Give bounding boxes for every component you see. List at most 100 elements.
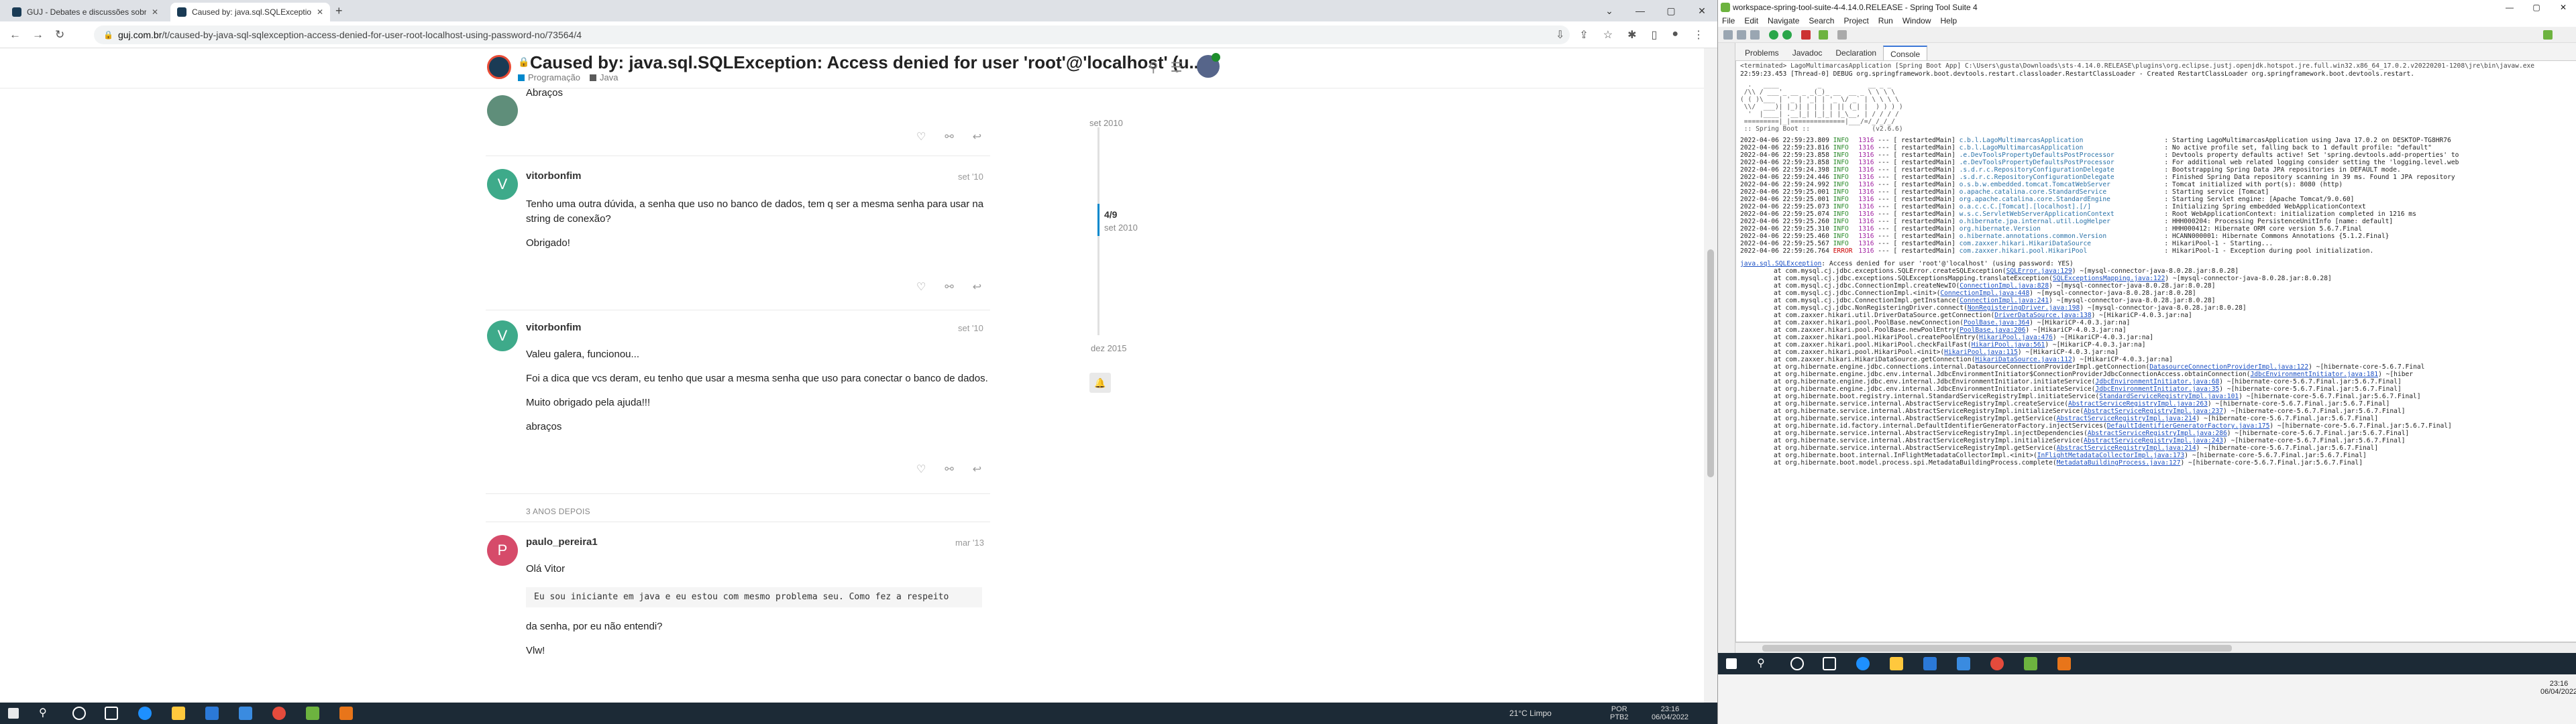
source-link[interactable]: PoolBase.java:206 xyxy=(1960,326,2025,334)
menu-window[interactable]: Window xyxy=(1902,15,1931,27)
link-icon[interactable]: ⚯ xyxy=(945,280,953,294)
bookmark-star-icon[interactable]: ☆ xyxy=(1603,28,1613,42)
chrome-icon[interactable] xyxy=(272,707,286,720)
save-icon[interactable] xyxy=(1737,30,1746,40)
source-link[interactable]: SQLExceptionsMapping.java:122 xyxy=(2053,275,2165,282)
windows-start-icon[interactable] xyxy=(8,708,19,719)
post-date[interactable]: set '10 xyxy=(958,323,983,333)
source-link[interactable]: JdbcEnvironmentInitiator.java:181 xyxy=(2250,371,2378,378)
source-link[interactable]: HikariPool.java:561 xyxy=(1972,341,2045,349)
like-icon[interactable]: ♡ xyxy=(916,463,926,476)
link-icon[interactable]: ⚯ xyxy=(945,130,953,143)
edge-icon[interactable] xyxy=(138,707,152,720)
source-link[interactable]: DatasourceConnectionProviderImpl.java:12… xyxy=(2149,363,2308,371)
username[interactable]: vitorbonfim xyxy=(526,322,582,333)
hamburger-menu-icon[interactable]: ☰ xyxy=(1171,59,1183,76)
tab-search-icon[interactable]: ⌄ xyxy=(1594,0,1625,21)
close-window-button[interactable]: ✕ xyxy=(1686,0,1717,21)
source-link[interactable]: DefaultIdentifierGeneratorFactory.java:1… xyxy=(2107,422,2270,430)
exception-class-link[interactable]: java.sql.SQLException xyxy=(1740,260,1821,267)
post-date[interactable]: set '10 xyxy=(958,172,983,182)
link-icon[interactable]: ⚯ xyxy=(945,463,953,476)
timeline-top-date[interactable]: set 2010 xyxy=(1089,118,1123,128)
post-date[interactable]: mar '13 xyxy=(955,538,984,548)
mail-icon[interactable] xyxy=(1957,657,1970,670)
minimize-button[interactable]: — xyxy=(1625,0,1656,21)
source-link[interactable]: StandardServiceRegistryImpl.java:101 xyxy=(2099,393,2239,400)
language-indicator[interactable]: POR PTB2 xyxy=(1610,705,1629,721)
file-explorer-icon[interactable] xyxy=(1890,657,1903,670)
source-link[interactable]: InFlightMetadataCollectorImpl.java:173 xyxy=(2037,452,2185,459)
avatar[interactable]: P xyxy=(487,535,518,566)
app-icon[interactable] xyxy=(2057,657,2071,670)
spring-tool-suite-icon[interactable] xyxy=(306,707,319,720)
sidebar-icon[interactable]: ▯ xyxy=(1652,28,1658,42)
install-icon[interactable]: ⇩ xyxy=(1556,28,1564,42)
timeline-bottom-date[interactable]: dez 2015 xyxy=(1091,343,1127,353)
username[interactable]: paulo_pereira1 xyxy=(526,536,598,548)
reply-icon[interactable]: ↩ xyxy=(973,463,981,476)
run-icon[interactable] xyxy=(1782,30,1792,40)
notification-bell-button[interactable]: 🔔 xyxy=(1089,373,1111,393)
guj-logo[interactable] xyxy=(487,55,511,79)
avatar[interactable]: V xyxy=(487,320,518,351)
source-link[interactable]: AbstractServiceRegistryImpl.java:214 xyxy=(2057,444,2196,452)
search-icon[interactable]: ⚲ xyxy=(1757,657,1770,670)
stop-icon[interactable] xyxy=(1801,30,1811,40)
avatar[interactable]: V xyxy=(487,169,518,200)
source-link[interactable]: ConnectionImpl.java:828 xyxy=(1960,282,2049,290)
avatar[interactable] xyxy=(487,95,518,126)
source-link[interactable]: PoolBase.java:364 xyxy=(1964,319,2029,326)
tab-guj-home[interactable]: GUJ - Debates e discussões sobr... ✕ xyxy=(5,3,165,21)
edge-icon[interactable] xyxy=(1856,657,1870,670)
windows-start-icon[interactable] xyxy=(1726,658,1737,669)
reply-icon[interactable]: ↩ xyxy=(973,280,981,294)
source-link[interactable]: DriverDataSource.java:138 xyxy=(1994,312,2091,319)
menu-file[interactable]: File xyxy=(1722,15,1735,27)
category-programacao[interactable]: Programação xyxy=(518,72,580,82)
cortana-icon[interactable] xyxy=(1790,657,1804,670)
menu-help[interactable]: Help xyxy=(1941,15,1957,27)
share-icon[interactable]: ⇪ xyxy=(1579,28,1588,42)
maximize-button[interactable]: ▢ xyxy=(1656,0,1686,21)
menu-search[interactable]: Search xyxy=(1809,15,1834,27)
source-link[interactable]: AbstractServiceRegistryImpl.java:263 xyxy=(2068,400,2208,408)
source-link[interactable]: JdbcEnvironmentInitiator.java:35 xyxy=(2095,385,2219,393)
source-link[interactable]: NonRegisteringDriver.java:198 xyxy=(1968,304,2080,312)
search-icon[interactable]: ⚲ xyxy=(1148,59,1159,76)
reply-icon[interactable]: ↩ xyxy=(973,130,981,143)
back-button[interactable]: ← xyxy=(9,28,21,42)
clock[interactable]: 23:16 06/04/2022 xyxy=(1652,705,1688,721)
tab-javadoc[interactable]: Javadoc xyxy=(1786,46,1829,60)
forward-button[interactable]: → xyxy=(32,28,44,42)
source-link[interactable]: ConnectionImpl.java:241 xyxy=(1960,297,2049,304)
tab-topic[interactable]: Caused by: java.sql.SQLException... ✕ xyxy=(170,3,331,21)
reload-button[interactable]: ↻ xyxy=(55,28,64,42)
source-link[interactable]: HikariDataSource.java:112 xyxy=(1975,356,2072,363)
menu-navigate[interactable]: Navigate xyxy=(1768,15,1799,27)
topic-title[interactable]: Caused by: java.sql.SQLException: Access… xyxy=(530,52,1203,73)
new-icon[interactable] xyxy=(1723,30,1733,40)
username[interactable]: vitorbonfim xyxy=(526,170,582,182)
maximize-button[interactable]: ▢ xyxy=(2523,0,2550,15)
menu-run[interactable]: Run xyxy=(1878,15,1893,27)
new-tab-button[interactable]: + xyxy=(335,4,343,18)
close-window-button[interactable]: ✕ xyxy=(2550,0,2576,15)
profile-icon[interactable]: ● xyxy=(1672,28,1678,42)
scroll-thumb[interactable] xyxy=(1707,249,1714,477)
spring-tool-suite-icon[interactable] xyxy=(2024,657,2037,670)
source-link[interactable]: AbstractServiceRegistryImpl.java:237 xyxy=(2084,408,2223,415)
search-icon[interactable]: ⚲ xyxy=(39,707,52,720)
source-link[interactable]: AbstractServiceRegistryImpl.java:214 xyxy=(2057,415,2196,422)
perspective-icon[interactable] xyxy=(2543,30,2553,40)
task-view-icon[interactable] xyxy=(1823,657,1836,670)
cortana-icon[interactable] xyxy=(72,707,86,720)
clock[interactable]: 23:16 06/04/2022 xyxy=(2540,680,2576,696)
minimize-button[interactable]: — xyxy=(2496,0,2523,15)
boot-dashboard-icon[interactable] xyxy=(1819,30,1828,40)
store-icon[interactable] xyxy=(205,707,219,720)
task-view-icon[interactable] xyxy=(105,707,118,720)
page-scrollbar[interactable] xyxy=(1704,48,1717,703)
source-link[interactable]: HikariPool.java:476 xyxy=(1979,334,2053,341)
tab-console[interactable]: Console xyxy=(1883,46,1928,60)
